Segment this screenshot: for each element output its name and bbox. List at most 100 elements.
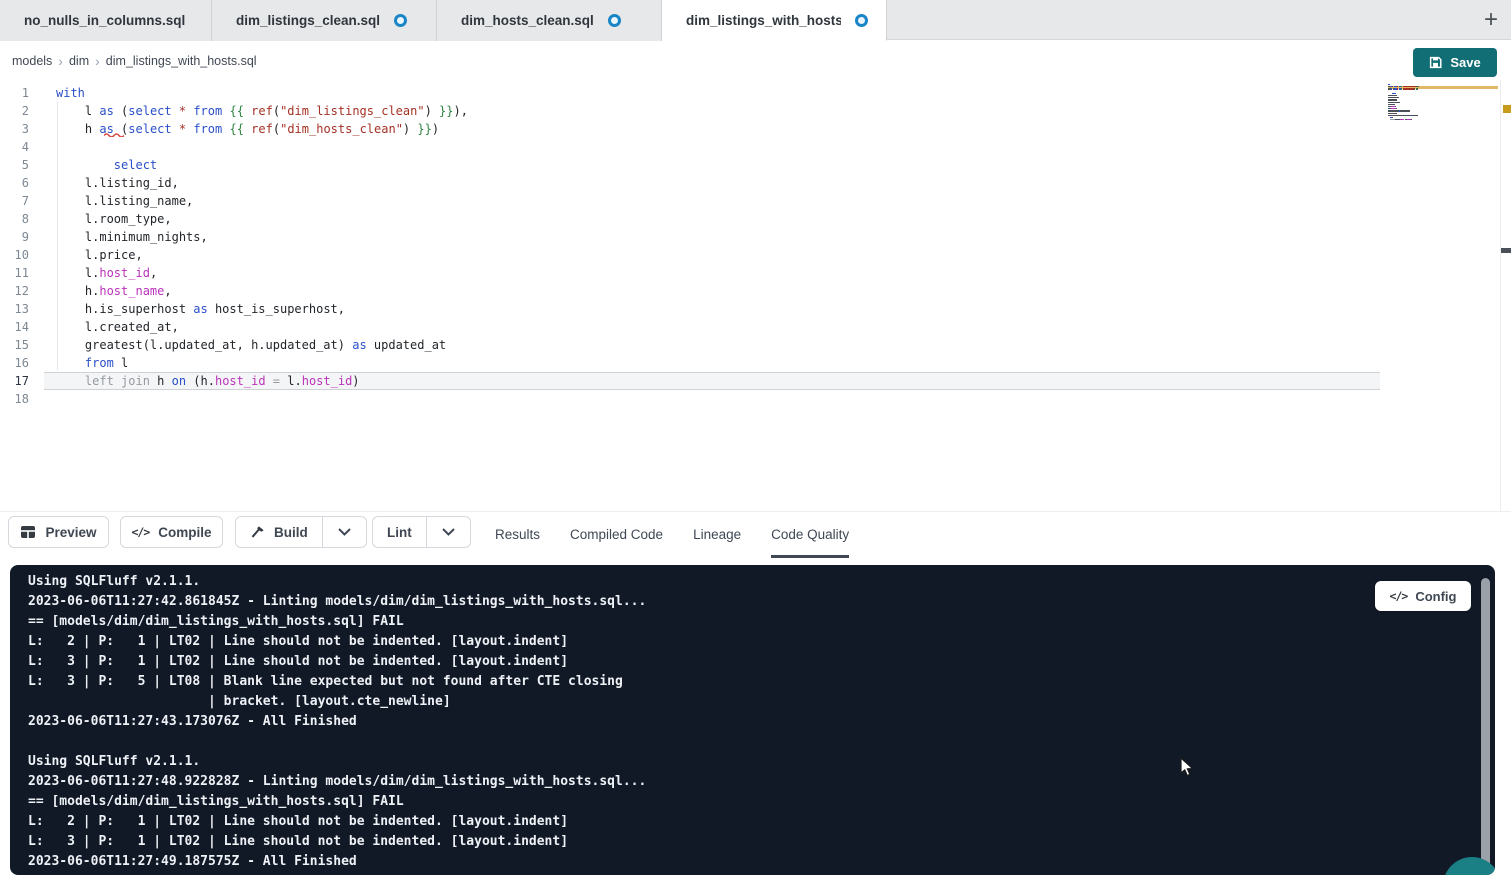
code-line[interactable]: 4 xyxy=(0,138,1380,156)
save-button[interactable]: Save xyxy=(1413,48,1497,77)
panel-tab-compiled-code[interactable]: Compiled Code xyxy=(570,512,663,558)
terminal-output: Using SQLFluff v2.1.1. 2023-06-06T11:27:… xyxy=(28,572,646,872)
code-text: l.host_id, xyxy=(44,264,157,282)
editor-tab[interactable]: dim_listings_with_hosts.sql xyxy=(662,0,887,41)
minimap-line xyxy=(1388,104,1395,105)
minimap-line xyxy=(1394,88,1397,89)
code-text xyxy=(44,138,56,156)
unsaved-changes-dot-icon xyxy=(394,14,407,27)
code-line[interactable]: 9 l.minimum_nights, xyxy=(0,228,1380,246)
code-text: l.price, xyxy=(44,246,143,264)
file-tab-bar: no_nulls_in_columns.sql dim_listings_clea… xyxy=(0,0,1511,40)
panel-tab-lineage[interactable]: Lineage xyxy=(693,512,741,558)
config-button[interactable]: </> Config xyxy=(1375,581,1471,611)
minimap-line xyxy=(1412,115,1418,116)
minimap-line xyxy=(1388,115,1411,116)
lint-label: Lint xyxy=(387,525,412,540)
lint-options-chevron[interactable] xyxy=(426,517,470,547)
code-line[interactable]: 5 select xyxy=(0,156,1380,174)
code-editor[interactable]: 1with2 l as (select * from {{ ref("dim_l… xyxy=(0,80,1511,511)
dbt-cloud-ide: no_nulls_in_columns.sql dim_listings_clea… xyxy=(0,0,1511,875)
breadcrumb-bar: models›dim›dim_listings_with_hosts.sql S… xyxy=(0,41,1511,80)
code-line[interactable]: 13 h.is_superhost as host_is_superhost, xyxy=(0,300,1380,318)
minimap-line xyxy=(1388,102,1400,103)
new-tab-button[interactable]: + xyxy=(1477,6,1505,34)
code-line[interactable]: 8 l.room_type, xyxy=(0,210,1380,228)
line-number: 4 xyxy=(0,138,44,156)
breadcrumb-item[interactable]: dim_listings_with_hosts.sql xyxy=(104,54,259,68)
breadcrumb-chevron-icon: › xyxy=(54,53,67,69)
breadcrumb: models›dim›dim_listings_with_hosts.sql xyxy=(10,53,259,69)
editor-tab[interactable]: dim_listings_clean.sql xyxy=(212,0,437,41)
code-text: l.listing_name, xyxy=(44,192,193,210)
breadcrumb-item[interactable]: models xyxy=(10,54,54,68)
panel-tab-results[interactable]: Results xyxy=(495,512,540,558)
chevron-down-icon xyxy=(442,528,455,536)
code-line[interactable]: 17 left join h on (h.host_id = l.host_id… xyxy=(0,372,1380,390)
ruler-cursor-marker xyxy=(1501,248,1511,253)
build-split-button: Build xyxy=(235,516,367,548)
compile-button[interactable]: </> Compile xyxy=(120,516,223,548)
code-line[interactable]: 10 l.price, xyxy=(0,246,1380,264)
code-line[interactable]: 1with xyxy=(0,84,1380,102)
code-text: h.host_name, xyxy=(44,282,172,300)
minimap-line xyxy=(1392,117,1393,118)
line-number: 3 xyxy=(0,120,44,138)
minimap-line xyxy=(1405,86,1416,87)
editor-tab-label: dim_listings_clean.sql xyxy=(236,13,380,28)
code-line[interactable]: 7 l.listing_name, xyxy=(0,192,1380,210)
compile-label: Compile xyxy=(158,525,211,540)
breadcrumb-chevron-icon: › xyxy=(91,53,104,69)
editor-tab[interactable]: dim_hosts_clean.sql xyxy=(437,0,662,41)
overview-ruler[interactable] xyxy=(1500,80,1511,511)
terminal-scrollbar[interactable] xyxy=(1481,578,1490,870)
build-button[interactable]: Build xyxy=(236,517,322,547)
code-line[interactable]: 14 l.created_at, xyxy=(0,318,1380,336)
minimap-line xyxy=(1405,88,1414,89)
line-number: 12 xyxy=(0,282,44,300)
lint-button[interactable]: Lint xyxy=(373,517,426,547)
code-brackets-icon: </> xyxy=(1390,589,1408,603)
code-line[interactable]: 3 h as (select * from {{ ref("dim_hosts_… xyxy=(0,120,1380,138)
action-toolbar: Preview </> Compile Build Lint xyxy=(0,511,1511,560)
minimap-line xyxy=(1400,119,1404,120)
breadcrumb-item[interactable]: dim xyxy=(67,54,91,68)
code-text: greatest(l.updated_at, h.updated_at) as … xyxy=(44,336,446,354)
line-number: 14 xyxy=(0,318,44,336)
preview-label: Preview xyxy=(45,525,96,540)
code-text: left join h on (h.host_id = l.host_id) xyxy=(44,372,360,390)
code-line[interactable]: 6 l.listing_id, xyxy=(0,174,1380,192)
code-line[interactable]: 2 l as (select * from {{ ref("dim_listin… xyxy=(0,102,1380,120)
code-line[interactable]: 15 greatest(l.updated_at, h.updated_at) … xyxy=(0,336,1380,354)
code-text: l.created_at, xyxy=(44,318,179,336)
line-number: 7 xyxy=(0,192,44,210)
line-number: 6 xyxy=(0,174,44,192)
editor-minimap[interactable] xyxy=(1388,82,1498,126)
panel-tab-code-quality[interactable]: Code Quality xyxy=(771,512,849,558)
code-line[interactable]: 11 l.host_id, xyxy=(0,264,1380,282)
code-text: select xyxy=(44,156,157,174)
line-number: 13 xyxy=(0,300,44,318)
editor-tab[interactable]: no_nulls_in_columns.sql xyxy=(0,0,212,41)
line-number: 11 xyxy=(0,264,44,282)
save-label: Save xyxy=(1450,55,1480,70)
line-number: 16 xyxy=(0,354,44,372)
lint-output-terminal[interactable]: Using SQLFluff v2.1.1. 2023-06-06T11:27:… xyxy=(10,565,1495,875)
code-text: l.minimum_nights, xyxy=(44,228,208,246)
code-text: from l xyxy=(44,354,128,372)
minimap-line xyxy=(1411,119,1412,120)
editor-tab-label: dim_listings_with_hosts.sql xyxy=(686,13,841,28)
hammer-icon xyxy=(250,525,265,540)
line-number: 17 xyxy=(0,372,44,390)
code-line[interactable]: 12 h.host_name, xyxy=(0,282,1380,300)
unsaved-changes-dot-icon xyxy=(608,14,621,27)
line-number: 1 xyxy=(0,84,44,102)
code-line[interactable]: 16 from l xyxy=(0,354,1380,372)
minimap-line xyxy=(1388,97,1399,98)
code-text: l.room_type, xyxy=(44,210,172,228)
build-options-chevron[interactable] xyxy=(322,517,366,547)
preview-table-icon xyxy=(20,524,36,540)
preview-button[interactable]: Preview xyxy=(8,516,109,548)
ruler-warning-marker xyxy=(1503,105,1511,113)
code-line[interactable]: 18 xyxy=(0,390,1380,408)
